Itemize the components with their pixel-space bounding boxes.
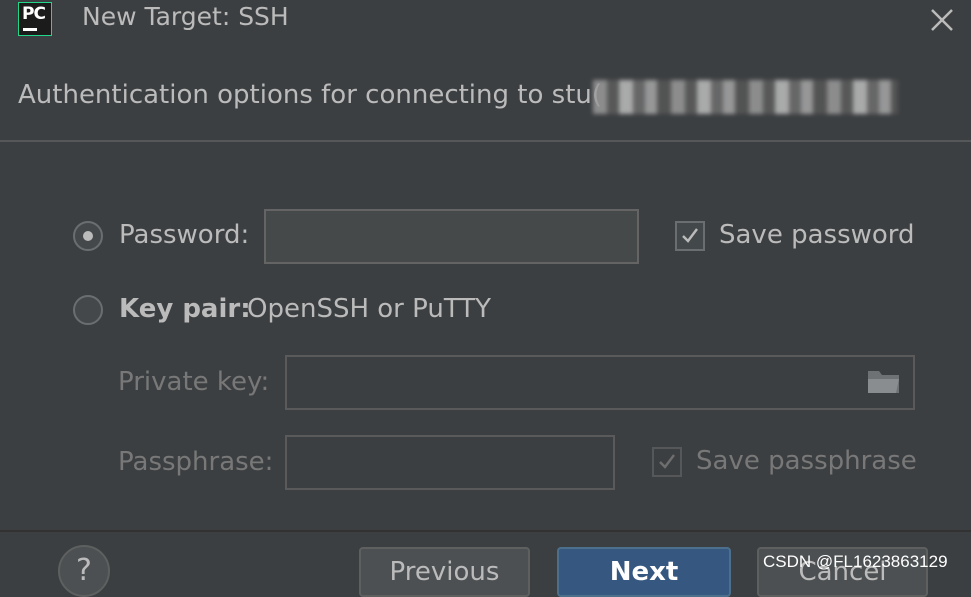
password-input[interactable]	[264, 209, 639, 264]
close-icon	[931, 9, 953, 31]
app-logo-text: PC	[22, 4, 46, 24]
app-logo-bar	[23, 28, 37, 31]
header-divider	[0, 140, 971, 142]
key-pair-label: Key pair:	[119, 294, 251, 324]
password-radio[interactable]	[73, 221, 103, 251]
passphrase-input[interactable]	[285, 435, 615, 490]
password-label: Password:	[119, 220, 250, 250]
footer-divider	[0, 530, 971, 532]
title-bar: PC New Target: SSH	[0, 0, 971, 42]
close-button[interactable]	[924, 2, 960, 38]
next-button[interactable]: Next	[557, 547, 731, 597]
private-key-input[interactable]	[285, 355, 915, 410]
radio-selected-dot	[83, 231, 93, 241]
help-button[interactable]: ?	[58, 545, 110, 597]
save-password-label: Save password	[719, 220, 915, 250]
passphrase-label: Passphrase:	[118, 447, 274, 477]
window-title: New Target: SSH	[82, 2, 289, 31]
key-pair-hint: OpenSSH or PuTTY	[247, 294, 492, 324]
connection-subtitle: Authentication options for connecting to…	[18, 80, 603, 110]
previous-button[interactable]: Previous	[359, 547, 530, 597]
save-password-checkbox[interactable]	[675, 221, 705, 251]
save-passphrase-label: Save passphrase	[696, 446, 917, 476]
redacted-host	[593, 80, 898, 114]
check-icon	[659, 454, 675, 469]
key-pair-radio[interactable]	[73, 295, 103, 325]
check-icon	[682, 228, 698, 243]
save-passphrase-checkbox[interactable]	[652, 447, 682, 477]
watermark-text: CSDN @FL1623863129	[763, 552, 948, 571]
private-key-label: Private key:	[118, 367, 270, 397]
pycharm-icon: PC	[18, 2, 52, 36]
folder-icon[interactable]	[866, 367, 902, 395]
